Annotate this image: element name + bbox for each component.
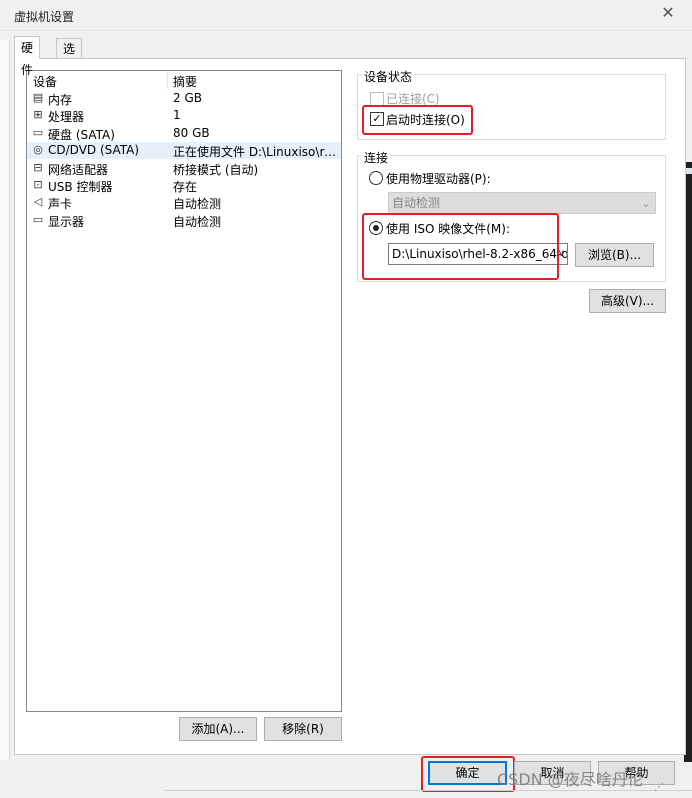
chevron-down-icon: ⌄	[640, 196, 651, 210]
device-summary: 自动检测	[173, 215, 222, 229]
device-name: CD/DVD (SATA)	[48, 143, 140, 157]
device-summary: 80 GB	[173, 126, 210, 140]
physical-drive-radio[interactable]	[369, 171, 383, 185]
device-row-sound[interactable]: ◁ 声卡 自动检测	[27, 194, 341, 212]
highlight-connect-on-start	[362, 105, 473, 135]
browse-button[interactable]: 浏览(B)...	[575, 243, 654, 267]
tab-options[interactable]: 选项	[56, 38, 83, 76]
device-list[interactable]: 设备 摘要 ▤ 内存 2 GB ⊞ 处理器 1 ▭ 硬盘 (SATA) 80 G…	[26, 70, 342, 712]
window-title: 虚拟机设置	[14, 10, 75, 24]
column-header-device[interactable]: 设备	[33, 73, 57, 90]
network-icon: ⊟	[33, 161, 43, 174]
advanced-button[interactable]: 高级(V)...	[589, 289, 666, 313]
device-row-display[interactable]: ▭ 显示器 自动检测	[27, 212, 341, 230]
usb-icon: ⊡	[33, 178, 43, 191]
device-name: 网络适配器	[48, 163, 109, 177]
device-summary: 正在使用文件 D:\Linuxiso\rh...	[173, 145, 339, 159]
column-separator[interactable]	[167, 71, 168, 89]
monitor-icon: ▭	[32, 213, 44, 226]
device-name: 处理器	[48, 110, 85, 124]
device-summary: 2 GB	[173, 91, 202, 105]
titlebar-divider	[0, 30, 692, 31]
device-row-processor[interactable]: ⊞ 处理器 1	[27, 107, 341, 124]
device-summary: 桥接模式 (自动)	[173, 163, 259, 177]
physical-drive-label[interactable]: 使用物理驱动器(P):	[386, 170, 491, 187]
device-list-header: 设备 摘要	[27, 71, 341, 89]
connected-checkbox[interactable]	[370, 92, 384, 106]
device-row-harddisk[interactable]: ▭ 硬盘 (SATA) 80 GB	[27, 125, 341, 142]
device-name: USB 控制器	[48, 180, 113, 194]
device-summary: 存在	[173, 180, 198, 194]
device-status-title: 设备状态	[362, 68, 415, 85]
device-row-memory[interactable]: ▤ 内存 2 GB	[27, 90, 341, 107]
speaker-icon: ◁	[33, 195, 43, 208]
device-name: 显示器	[48, 215, 85, 229]
remove-button[interactable]: 移除(R)	[264, 717, 342, 741]
watermark: CSDN @夜尽啥丹伦	[497, 770, 644, 789]
background-window-left	[0, 40, 10, 760]
device-row-network[interactable]: ⊟ 网络适配器 桥接模式 (自动)	[27, 160, 341, 178]
device-name: 硬盘 (SATA)	[48, 128, 115, 142]
physical-drive-value: 自动检测	[392, 196, 441, 210]
tab-hardware[interactable]: 硬件	[14, 36, 41, 77]
device-summary: 自动检测	[173, 197, 222, 211]
device-name: 内存	[48, 93, 73, 107]
resize-grip-icon[interactable]: ⋰	[654, 782, 664, 793]
column-header-summary[interactable]: 摘要	[173, 73, 197, 90]
connection-title: 连接	[362, 149, 391, 166]
physical-drive-select[interactable]: 自动检测 ⌄	[388, 192, 656, 214]
device-row-usb[interactable]: ⊡ USB 控制器 存在	[27, 177, 341, 195]
device-name: 声卡	[48, 197, 73, 211]
close-icon[interactable]: ✕	[660, 5, 676, 21]
bottom-divider	[165, 790, 692, 791]
memory-icon: ▤	[32, 91, 44, 104]
cpu-icon: ⊞	[33, 108, 43, 121]
device-row-cddvd[interactable]: ◎ CD/DVD (SATA) 正在使用文件 D:\Linuxiso\rh...	[27, 142, 341, 159]
highlight-iso-image	[362, 213, 559, 280]
device-summary: 1	[173, 108, 181, 122]
add-button[interactable]: 添加(A)...	[179, 717, 257, 741]
cdrom-icon: ◎	[33, 143, 43, 156]
disk-icon: ▭	[32, 126, 44, 139]
